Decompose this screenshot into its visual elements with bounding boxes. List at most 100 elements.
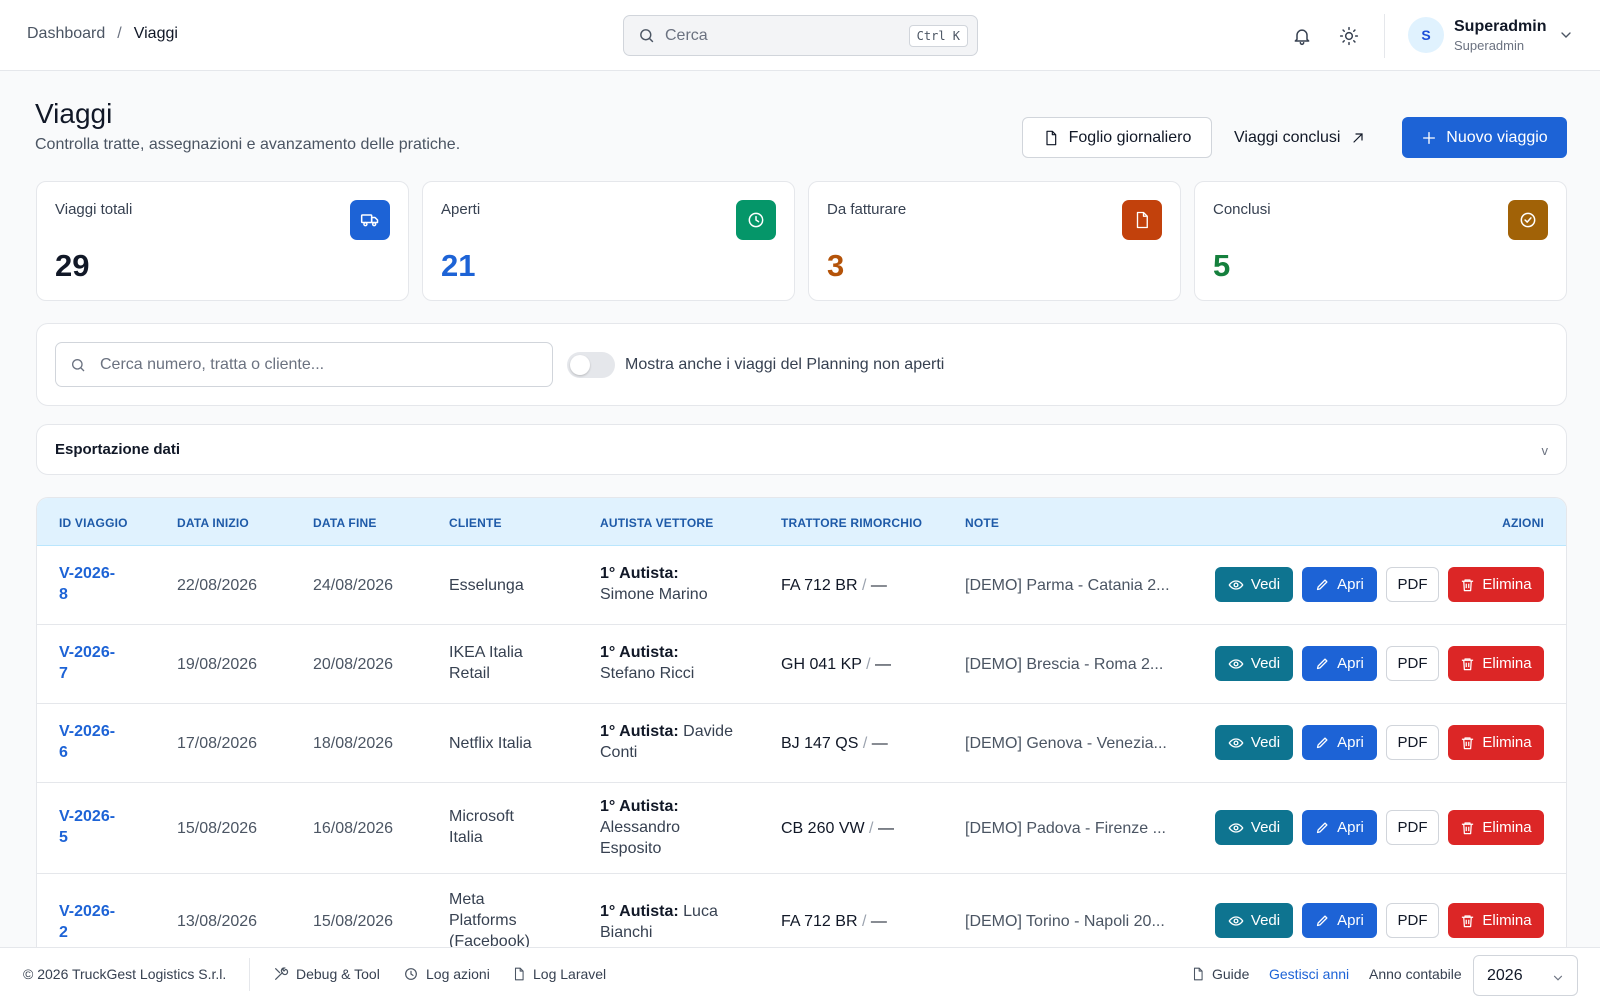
view-button[interactable]: Vedi xyxy=(1215,646,1293,681)
eye-icon xyxy=(1228,577,1244,593)
clock-icon xyxy=(403,966,426,982)
pdf-button[interactable]: PDF xyxy=(1386,725,1439,760)
new-trip-button[interactable]: Nuovo viaggio xyxy=(1402,117,1567,158)
pdf-button[interactable]: PDF xyxy=(1386,567,1439,602)
column-header-end[interactable]: DATA FINE xyxy=(313,516,377,530)
trip-id-link[interactable]: V-2026- 8 xyxy=(59,563,139,605)
tools-icon xyxy=(273,966,296,982)
eye-icon xyxy=(1228,820,1244,836)
open-button[interactable]: Apri xyxy=(1302,810,1377,845)
pencil-icon xyxy=(1315,735,1330,750)
table-row: V-2026- 6 17/08/2026 18/08/2026 Netflix I… xyxy=(37,704,1566,783)
delete-button[interactable]: Elimina xyxy=(1448,725,1544,760)
top-bar: Dashboard / Viaggi Cerca Ctrl K S Supera… xyxy=(0,0,1600,71)
stat-label: Aperti xyxy=(441,201,481,218)
column-header-notes[interactable]: NOTE xyxy=(965,516,999,530)
pencil-icon xyxy=(1315,656,1330,671)
trip-id-link[interactable]: V-2026- 5 xyxy=(59,806,139,848)
vehicle-cell: BJ 147 QS / — xyxy=(781,735,888,752)
view-button[interactable]: Vedi xyxy=(1215,725,1293,760)
view-button[interactable]: Vedi xyxy=(1215,903,1293,938)
driver-cell: 1° Autista: Stefano Ricci xyxy=(600,644,695,682)
driver-cell: 1° Autista: Alessandro Esposito xyxy=(600,798,681,857)
closed-trips-link[interactable]: Viaggi conclusi xyxy=(1234,117,1366,158)
trip-id-link[interactable]: V-2026- 7 xyxy=(59,642,139,684)
user-role: Superadmin xyxy=(1454,37,1525,53)
user-menu[interactable]: S Superadmin Superadmin xyxy=(1408,17,1574,53)
daily-sheet-button[interactable]: Foglio giornaliero xyxy=(1022,117,1212,158)
log-laravel-link[interactable]: Log Laravel xyxy=(512,966,606,982)
open-button[interactable]: Apri xyxy=(1302,725,1377,760)
column-header-driver[interactable]: AUTISTA VETTORE xyxy=(600,516,713,530)
pdf-button[interactable]: PDF xyxy=(1386,903,1439,938)
user-info: Superadmin Superadmin xyxy=(1454,18,1546,53)
plus-icon xyxy=(1421,130,1437,146)
search-shortcut-badge: Ctrl K xyxy=(908,24,968,47)
pdf-button[interactable]: PDF xyxy=(1386,810,1439,845)
pencil-icon xyxy=(1315,577,1330,592)
open-button[interactable]: Apri xyxy=(1302,646,1377,681)
manage-years-link[interactable]: Gestisci anni xyxy=(1269,966,1349,982)
vehicle-cell: GH 041 KP / — xyxy=(781,656,891,673)
debug-tool-label: Debug & Tool xyxy=(296,966,380,982)
delete-button[interactable]: Elimina xyxy=(1448,810,1544,845)
notes-cell: [DEMO] Parma - Catania 2... xyxy=(965,577,1170,594)
pdf-button[interactable]: PDF xyxy=(1386,646,1439,681)
external-link-icon xyxy=(1340,130,1366,146)
user-name: Superadmin xyxy=(1454,17,1547,35)
notes-cell: [DEMO] Padova - Firenze ... xyxy=(965,820,1166,837)
closed-trips-label: Viaggi conclusi xyxy=(1234,128,1341,146)
trash-icon xyxy=(1460,577,1475,593)
debug-tool-link[interactable]: Debug & Tool xyxy=(273,966,380,982)
fiscal-year-value: 2026 xyxy=(1487,966,1523,984)
log-actions-link[interactable]: Log azioni xyxy=(403,966,490,982)
global-search-input[interactable]: Cerca Ctrl K xyxy=(623,15,978,56)
trip-search-input[interactable]: Cerca numero, tratta o cliente... xyxy=(55,342,553,387)
eye-icon xyxy=(1228,656,1244,672)
trip-id-link[interactable]: V-2026- 6 xyxy=(59,721,139,763)
new-trip-label: Nuovo viaggio xyxy=(1446,128,1548,146)
global-search-placeholder: Cerca xyxy=(665,26,708,44)
log-laravel-label: Log Laravel xyxy=(533,966,607,982)
theme-toggle-button[interactable] xyxy=(1337,24,1361,48)
end-date: 16/08/2026 xyxy=(313,820,394,837)
guide-link[interactable]: Guide xyxy=(1191,966,1249,982)
eye-icon xyxy=(1228,913,1244,929)
open-button[interactable]: Apri xyxy=(1302,567,1377,602)
export-title: Esportazione dati xyxy=(55,441,181,458)
log-actions-label: Log azioni xyxy=(426,966,490,982)
document-icon xyxy=(1191,966,1212,982)
delete-button[interactable]: Elimina xyxy=(1448,567,1544,602)
view-button[interactable]: Vedi xyxy=(1215,810,1293,845)
column-header-vehicle[interactable]: TRATTORE RIMORCHIO xyxy=(781,516,922,530)
guide-label: Guide xyxy=(1212,966,1250,982)
fiscal-year-select[interactable]: 2026 xyxy=(1473,955,1578,996)
vehicle-cell: CB 260 VW / — xyxy=(781,820,894,837)
bell-icon xyxy=(1292,26,1312,46)
driver-cell: 1° Autista: Davide Conti xyxy=(600,723,733,761)
column-header-start[interactable]: DATA INIZIO xyxy=(177,516,249,530)
search-icon xyxy=(70,357,86,373)
planning-toggle-label: Mostra anche i viaggi del Planning non a… xyxy=(625,356,945,373)
search-icon xyxy=(638,27,655,44)
planning-toggle[interactable] xyxy=(567,352,615,378)
export-accordion[interactable]: Esportazione dati v xyxy=(36,424,1567,475)
driver-cell: 1° Autista: Luca Bianchi xyxy=(600,903,718,941)
delete-button[interactable]: Elimina xyxy=(1448,903,1544,938)
view-button[interactable]: Vedi xyxy=(1215,567,1293,602)
open-button[interactable]: Apri xyxy=(1302,903,1377,938)
stat-label: Viaggi totali xyxy=(55,201,133,218)
column-header-client[interactable]: CLIENTE xyxy=(449,516,502,530)
delete-button[interactable]: Elimina xyxy=(1448,646,1544,681)
document-icon xyxy=(1122,200,1162,240)
client-name: Esselunga xyxy=(449,577,524,594)
trash-icon xyxy=(1460,820,1475,836)
column-header-id[interactable]: ID VIAGGIO xyxy=(59,516,128,530)
notifications-button[interactable] xyxy=(1290,24,1314,48)
driver-cell: 1° Autista: Simone Marino xyxy=(600,565,708,603)
start-date: 17/08/2026 xyxy=(177,735,258,752)
trip-id-link[interactable]: V-2026- 2 xyxy=(59,901,139,943)
page-title: Viaggi xyxy=(35,98,113,129)
chevron-down-icon: v xyxy=(1541,443,1549,458)
breadcrumb-dashboard-link[interactable]: Dashboard xyxy=(27,25,105,43)
